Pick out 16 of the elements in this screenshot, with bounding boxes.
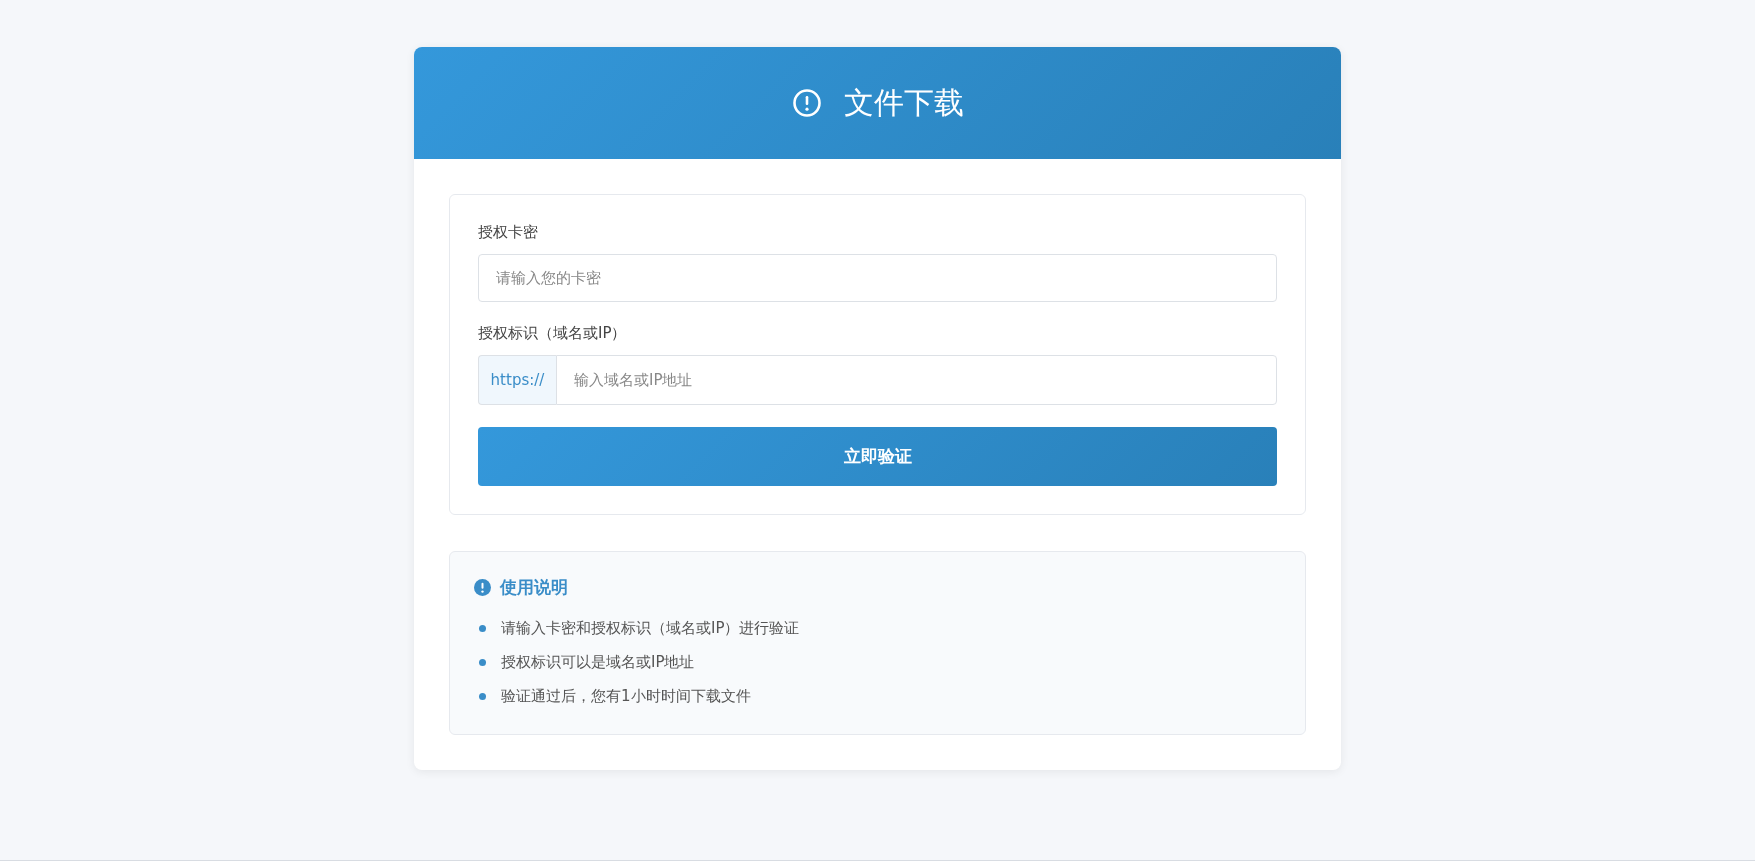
instruction-text: 授权标识可以是域名或IP地址: [501, 653, 695, 672]
field-label: 授权卡密: [478, 223, 539, 242]
domain-input-field[interactable]: 输入域名或IP地址: [556, 355, 1277, 405]
bullet-icon: [479, 659, 486, 666]
instructions-title: 使用说明: [500, 576, 568, 599]
verify-button[interactable]: 立即验证: [478, 427, 1277, 486]
input-field[interactable]: 请输入您的卡密: [478, 254, 1277, 302]
instruction-text: 验证通过后，您有1小时时间下载文件: [501, 687, 751, 706]
alert-circle-icon: [791, 88, 822, 118]
field-label: 授权标识（域名或IP）: [478, 324, 628, 343]
instruction-text: 请输入卡密和授权标识（域名或IP）进行验证: [501, 619, 800, 638]
bullet-icon: [479, 693, 486, 700]
page-title: 文件下载: [843, 83, 964, 122]
url-prefix: https://: [478, 355, 556, 405]
info-alert-icon: [474, 579, 491, 596]
bullet-icon: [479, 625, 486, 632]
